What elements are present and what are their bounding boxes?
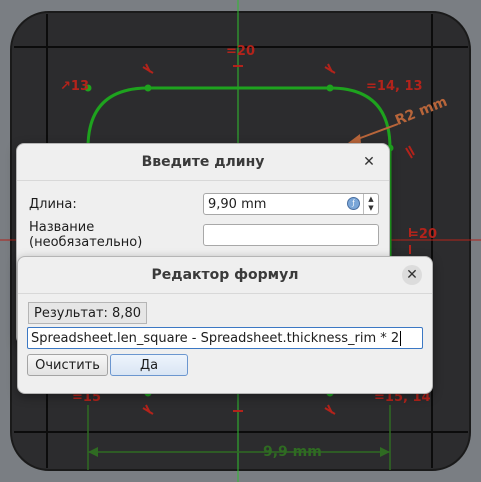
ok-button[interactable]: Да (110, 354, 188, 376)
length-input[interactable]: 9,90 mm ƒ ▲ ▼ (203, 193, 379, 215)
text-caret (400, 330, 402, 346)
spin-down-icon[interactable]: ▼ (368, 204, 373, 213)
width-dimension-label[interactable]: 9,9 mm (263, 444, 322, 460)
spin-up-icon[interactable]: ▲ (368, 195, 373, 204)
formula-dialog-titlebar[interactable]: Редактор формул ✕ (18, 257, 432, 294)
close-icon: ✕ (406, 267, 418, 283)
name-label: Название (необязательно) (29, 220, 143, 250)
constraint-label-right-mid[interactable]: =20 (408, 227, 437, 242)
length-spinner[interactable]: ▲ ▼ (363, 194, 378, 214)
clear-button[interactable]: Очистить (27, 354, 108, 376)
length-label: Длина: (29, 196, 77, 212)
vertex (144, 84, 152, 92)
formula-text: Spreadsheet.len_square - Spreadsheet.thi… (31, 330, 400, 346)
length-dialog-close-button[interactable]: ✕ (359, 152, 379, 172)
constraint-label-top-right[interactable]: =14, 13 (366, 79, 423, 94)
formula-dialog-close-button[interactable]: ✕ (402, 265, 422, 285)
formula-input[interactable]: Spreadsheet.len_square - Spreadsheet.thi… (27, 327, 423, 349)
constraint-label-top-left[interactable]: ↗13 (60, 79, 89, 94)
constraint-label-top-center[interactable]: =20 (226, 44, 255, 59)
formula-editor-dialog: Редактор формул ✕ Результат: 8,80 Spread… (17, 256, 433, 394)
length-dialog-title: Введите длину (141, 154, 265, 170)
formula-dialog-title: Редактор формул (151, 267, 299, 283)
length-input-value: 9,90 mm (208, 196, 267, 212)
name-input[interactable] (203, 224, 379, 246)
name-row: Название (необязательно) (29, 220, 379, 250)
result-display: Результат: 8,80 (28, 302, 147, 324)
length-row: Длина: 9,90 mm ƒ ▲ ▼ (29, 192, 379, 216)
formula-expression-icon[interactable]: ƒ (347, 197, 360, 210)
close-icon: ✕ (363, 154, 375, 170)
vertex (326, 84, 334, 92)
length-dialog-titlebar[interactable]: Введите длину ✕ (17, 144, 389, 181)
